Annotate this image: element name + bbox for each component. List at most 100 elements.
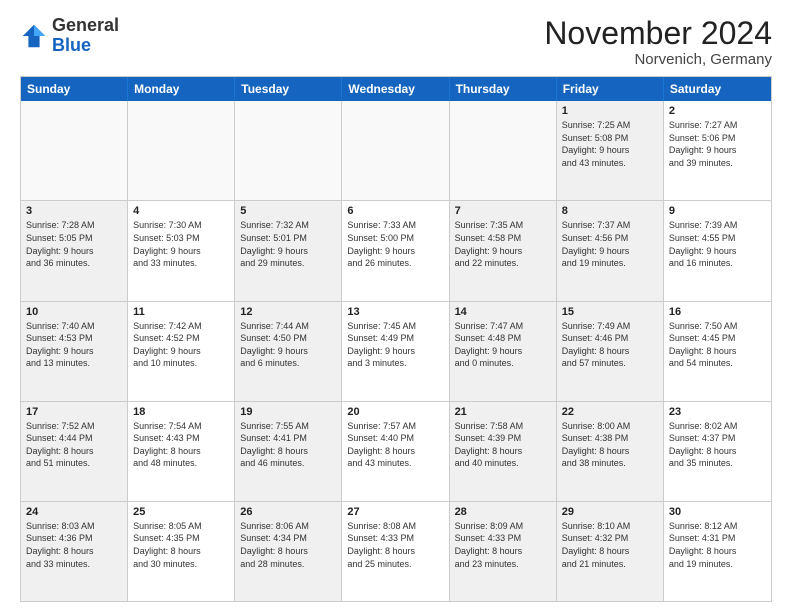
day-number: 28 — [455, 506, 551, 518]
cal-cell-3-1: 10 Sunrise: 7:40 AM Sunset: 4:53 PM Dayli… — [21, 302, 128, 401]
cell-info: Sunrise: 7:54 AM Sunset: 4:43 PM Dayligh… — [133, 420, 229, 470]
day-number: 1 — [562, 105, 658, 117]
calendar-week-2: 3 Sunrise: 7:28 AM Sunset: 5:05 PM Daylig… — [21, 201, 771, 301]
cal-cell-3-2: 11 Sunrise: 7:42 AM Sunset: 4:52 PM Dayli… — [128, 302, 235, 401]
calendar-week-3: 10 Sunrise: 7:40 AM Sunset: 4:53 PM Dayli… — [21, 302, 771, 402]
cell-info: Sunrise: 8:08 AM Sunset: 4:33 PM Dayligh… — [347, 520, 443, 570]
cal-cell-4-2: 18Sunrise: 7:54 AM Sunset: 4:43 PM Dayli… — [128, 402, 235, 501]
cal-cell-5-4: 27 Sunrise: 8:08 AM Sunset: 4:33 PM Dayli… — [342, 502, 449, 601]
cal-cell-1-7: 2 Sunrise: 7:27 AM Sunset: 5:06 PM Daylig… — [664, 101, 771, 200]
day-number: 23 — [669, 406, 766, 418]
day-number: 26 — [240, 506, 336, 518]
logo-text: General Blue — [52, 16, 119, 56]
cell-info: Sunrise: 7:50 AM Sunset: 4:45 PM Dayligh… — [669, 320, 766, 370]
header-monday: Monday — [128, 77, 235, 101]
day-number: 11 — [133, 306, 229, 318]
cal-cell-2-1: 3 Sunrise: 7:28 AM Sunset: 5:05 PM Daylig… — [21, 201, 128, 300]
cell-info: Sunrise: 8:02 AM Sunset: 4:37 PM Dayligh… — [669, 420, 766, 470]
day-number: 22 — [562, 406, 658, 418]
cal-cell-4-5: 21Sunrise: 7:58 AM Sunset: 4:39 PM Dayli… — [450, 402, 557, 501]
day-number: 5 — [240, 205, 336, 217]
header: General Blue November 2024 Norvenich, Ge… — [20, 16, 772, 68]
logo-blue: Blue — [52, 36, 119, 56]
cell-info: Sunrise: 7:44 AM Sunset: 4:50 PM Dayligh… — [240, 320, 336, 370]
title-area: November 2024 Norvenich, Germany — [544, 16, 772, 68]
day-number: 15 — [562, 306, 658, 318]
cell-info: Sunrise: 8:12 AM Sunset: 4:31 PM Dayligh… — [669, 520, 766, 570]
cell-info: Sunrise: 8:09 AM Sunset: 4:33 PM Dayligh… — [455, 520, 551, 570]
cal-cell-2-6: 8 Sunrise: 7:37 AM Sunset: 4:56 PM Daylig… — [557, 201, 664, 300]
day-number: 19 — [240, 406, 336, 418]
day-number: 3 — [26, 205, 122, 217]
calendar-header: Sunday Monday Tuesday Wednesday Thursday… — [21, 77, 771, 101]
subtitle: Norvenich, Germany — [544, 51, 772, 68]
calendar-body: 1Sunrise: 7:25 AM Sunset: 5:08 PM Daylig… — [21, 101, 771, 601]
cal-cell-2-3: 5 Sunrise: 7:32 AM Sunset: 5:01 PM Daylig… — [235, 201, 342, 300]
header-wednesday: Wednesday — [342, 77, 449, 101]
cell-info: Sunrise: 7:55 AM Sunset: 4:41 PM Dayligh… — [240, 420, 336, 470]
cell-info: Sunrise: 8:00 AM Sunset: 4:38 PM Dayligh… — [562, 420, 658, 470]
cal-cell-3-5: 14Sunrise: 7:47 AM Sunset: 4:48 PM Dayli… — [450, 302, 557, 401]
cell-info: Sunrise: 7:30 AM Sunset: 5:03 PM Dayligh… — [133, 219, 229, 269]
day-number: 7 — [455, 205, 551, 217]
cell-info: Sunrise: 7:28 AM Sunset: 5:05 PM Dayligh… — [26, 219, 122, 269]
cal-cell-3-7: 16Sunrise: 7:50 AM Sunset: 4:45 PM Dayli… — [664, 302, 771, 401]
cell-info: Sunrise: 7:35 AM Sunset: 4:58 PM Dayligh… — [455, 219, 551, 269]
day-number: 17 — [26, 406, 122, 418]
logo-general: General — [52, 16, 119, 36]
cal-cell-4-1: 17Sunrise: 7:52 AM Sunset: 4:44 PM Dayli… — [21, 402, 128, 501]
cal-cell-1-3 — [235, 101, 342, 200]
cal-cell-1-2 — [128, 101, 235, 200]
month-title: November 2024 — [544, 16, 772, 51]
cal-cell-1-6: 1Sunrise: 7:25 AM Sunset: 5:08 PM Daylig… — [557, 101, 664, 200]
day-number: 25 — [133, 506, 229, 518]
cell-info: Sunrise: 7:40 AM Sunset: 4:53 PM Dayligh… — [26, 320, 122, 370]
day-number: 10 — [26, 306, 122, 318]
cal-cell-5-7: 30 Sunrise: 8:12 AM Sunset: 4:31 PM Dayli… — [664, 502, 771, 601]
header-thursday: Thursday — [450, 77, 557, 101]
cal-cell-2-4: 6Sunrise: 7:33 AM Sunset: 5:00 PM Daylig… — [342, 201, 449, 300]
cal-cell-3-6: 15 Sunrise: 7:49 AM Sunset: 4:46 PM Dayli… — [557, 302, 664, 401]
cell-info: Sunrise: 7:57 AM Sunset: 4:40 PM Dayligh… — [347, 420, 443, 470]
cell-info: Sunrise: 7:49 AM Sunset: 4:46 PM Dayligh… — [562, 320, 658, 370]
cal-cell-4-6: 22 Sunrise: 8:00 AM Sunset: 4:38 PM Dayli… — [557, 402, 664, 501]
logo: General Blue — [20, 16, 119, 56]
cal-cell-4-4: 20Sunrise: 7:57 AM Sunset: 4:40 PM Dayli… — [342, 402, 449, 501]
day-number: 14 — [455, 306, 551, 318]
cell-info: Sunrise: 7:32 AM Sunset: 5:01 PM Dayligh… — [240, 219, 336, 269]
day-number: 29 — [562, 506, 658, 518]
cal-cell-4-7: 23 Sunrise: 8:02 AM Sunset: 4:37 PM Dayli… — [664, 402, 771, 501]
calendar-week-4: 17Sunrise: 7:52 AM Sunset: 4:44 PM Dayli… — [21, 402, 771, 502]
day-number: 30 — [669, 506, 766, 518]
day-number: 9 — [669, 205, 766, 217]
cal-cell-5-3: 26 Sunrise: 8:06 AM Sunset: 4:34 PM Dayli… — [235, 502, 342, 601]
cell-info: Sunrise: 7:42 AM Sunset: 4:52 PM Dayligh… — [133, 320, 229, 370]
cal-cell-5-6: 29Sunrise: 8:10 AM Sunset: 4:32 PM Dayli… — [557, 502, 664, 601]
cal-cell-1-5 — [450, 101, 557, 200]
header-sunday: Sunday — [21, 77, 128, 101]
day-number: 24 — [26, 506, 122, 518]
header-friday: Friday — [557, 77, 664, 101]
cell-info: Sunrise: 7:37 AM Sunset: 4:56 PM Dayligh… — [562, 219, 658, 269]
cell-info: Sunrise: 8:03 AM Sunset: 4:36 PM Dayligh… — [26, 520, 122, 570]
header-saturday: Saturday — [664, 77, 771, 101]
cell-info: Sunrise: 8:06 AM Sunset: 4:34 PM Dayligh… — [240, 520, 336, 570]
cell-info: Sunrise: 7:33 AM Sunset: 5:00 PM Dayligh… — [347, 219, 443, 269]
page: General Blue November 2024 Norvenich, Ge… — [0, 0, 792, 612]
cell-info: Sunrise: 7:39 AM Sunset: 4:55 PM Dayligh… — [669, 219, 766, 269]
logo-icon — [20, 22, 48, 50]
cell-info: Sunrise: 7:58 AM Sunset: 4:39 PM Dayligh… — [455, 420, 551, 470]
day-number: 2 — [669, 105, 766, 117]
cal-cell-1-1 — [21, 101, 128, 200]
day-number: 4 — [133, 205, 229, 217]
cal-cell-2-7: 9 Sunrise: 7:39 AM Sunset: 4:55 PM Daylig… — [664, 201, 771, 300]
cal-cell-3-3: 12 Sunrise: 7:44 AM Sunset: 4:50 PM Dayli… — [235, 302, 342, 401]
day-number: 8 — [562, 205, 658, 217]
cell-info: Sunrise: 7:45 AM Sunset: 4:49 PM Dayligh… — [347, 320, 443, 370]
cal-cell-5-1: 24 Sunrise: 8:03 AM Sunset: 4:36 PM Dayli… — [21, 502, 128, 601]
day-number: 12 — [240, 306, 336, 318]
cal-cell-1-4 — [342, 101, 449, 200]
day-number: 27 — [347, 506, 443, 518]
header-tuesday: Tuesday — [235, 77, 342, 101]
cell-info: Sunrise: 7:27 AM Sunset: 5:06 PM Dayligh… — [669, 119, 766, 169]
